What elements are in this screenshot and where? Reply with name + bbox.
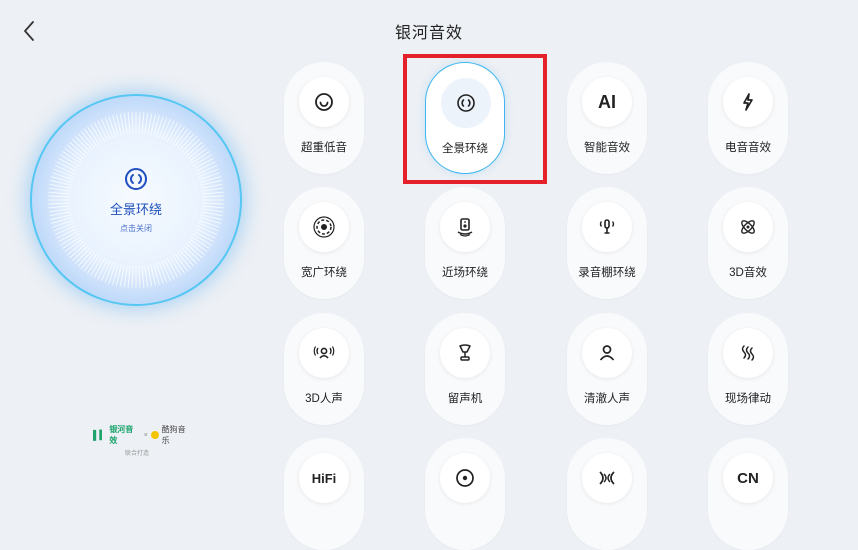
effect-label: 智能音效: [584, 142, 630, 154]
effect-tile-studio[interactable]: 录音棚环绕: [567, 187, 647, 299]
hifi-icon: HiFi: [311, 470, 337, 486]
dial-tick: [201, 195, 224, 198]
effect-tile-3d-voice[interactable]: 3D人声: [284, 313, 364, 425]
brand-kugou: 酷狗音乐: [161, 425, 186, 445]
dial-tick: [123, 112, 128, 135]
effect-tile-gramophone[interactable]: 留声机: [425, 313, 505, 425]
effect-label: 3D人声: [305, 393, 343, 405]
atom-icon: [741, 220, 755, 234]
speaker-icon: [457, 218, 473, 237]
dial-tick: [123, 265, 128, 288]
microphone-icon: [599, 219, 615, 234]
ai-icon: AI: [598, 91, 616, 112]
cn-icon: CN: [737, 469, 759, 487]
dial-tick: [201, 191, 224, 195]
person-icon: [599, 345, 615, 361]
effect-tile-vinyl[interactable]: [425, 438, 505, 550]
effect-label: 近场环绕: [442, 267, 488, 279]
dial-tick: [48, 191, 71, 195]
effect-label: 全景环绕: [442, 143, 488, 155]
dial-tick: [197, 168, 219, 178]
voice-3d-icon: [313, 346, 335, 359]
dial-tick: [127, 112, 131, 135]
dial-tick: [48, 195, 71, 198]
dial-tick: [48, 187, 71, 192]
effect-tile-surround[interactable]: 全景环绕: [425, 62, 505, 174]
dial-tick: [131, 265, 134, 288]
effect-tile-hifi[interactable]: HiFi: [284, 438, 364, 550]
effect-tile-electronic[interactable]: 电音音效: [708, 62, 788, 174]
brand-logo: ▌▍ 银河音效 × 酷狗音乐 联合打造: [93, 424, 193, 457]
effect-label: 3D音效: [729, 267, 767, 279]
effect-tile-dual[interactable]: [567, 438, 647, 550]
vinyl-icon: [456, 469, 474, 487]
dial-tick: [198, 172, 220, 181]
brand-galaxy: 银河音效: [109, 425, 134, 445]
close-effect-link[interactable]: 点击关闭: [30, 223, 242, 234]
dial-tick: [108, 116, 117, 138]
brand-separator: ×: [143, 431, 148, 439]
dial-tick: [155, 262, 164, 284]
dial-tick: [131, 112, 134, 135]
effect-tile-bass[interactable]: 超重低音: [284, 62, 364, 174]
current-effect-label: 全景环绕: [109, 202, 162, 217]
wide-surround-icon: [313, 216, 335, 238]
lightning-icon: [743, 93, 753, 111]
dial-tick: [104, 261, 114, 283]
bass-icon: [315, 93, 333, 111]
dial-tick: [104, 117, 114, 139]
dial-tick: [53, 168, 75, 178]
effect-label: 录音棚环绕: [578, 267, 636, 279]
effect-tile-cn[interactable]: CN: [708, 438, 788, 550]
dial-tick: [138, 265, 141, 288]
dial-tick: [127, 265, 131, 288]
dial-tick: [52, 172, 74, 181]
effect-tile-ai[interactable]: AI 智能音效: [567, 62, 647, 174]
effect-tile-wide[interactable]: 宽广环绕: [284, 187, 364, 299]
dolby-like-icon: [599, 471, 615, 485]
dial-tick: [141, 112, 145, 135]
effect-label: 清澈人声: [584, 393, 630, 405]
effect-tile-nearfield[interactable]: 近场环绕: [425, 187, 505, 299]
dial-tick: [144, 265, 149, 288]
wave-icon: [741, 345, 755, 361]
surround-ring-icon: [125, 168, 147, 190]
surround-ring-icon: [457, 94, 475, 112]
effect-label: 宽广环绕: [301, 267, 347, 279]
dial-tick: [108, 262, 117, 284]
current-effect-dial[interactable]: 全景环绕 点击关闭: [30, 94, 242, 306]
page-title: 银河音效: [394, 25, 463, 42]
dial-tick: [155, 116, 164, 138]
dial-tick: [144, 112, 149, 135]
brand-subtitle: 联合打造: [125, 451, 150, 457]
effect-tile-live[interactable]: 现场律动: [708, 313, 788, 425]
effect-label: 电音音效: [725, 142, 771, 154]
brand-bars-icon: ▌▍: [93, 429, 107, 440]
dial-tick: [138, 112, 141, 135]
dial-tick: [158, 261, 168, 283]
effect-label: 超重低音: [301, 142, 347, 154]
kugou-logo-icon: [150, 431, 159, 439]
gramophone-icon: [459, 344, 471, 361]
effect-label: 留声机: [447, 393, 483, 405]
dial-tick: [141, 265, 145, 288]
effect-label: 现场律动: [725, 393, 771, 405]
effect-tile-clear-voice[interactable]: 清澈人声: [567, 313, 647, 425]
effect-tile-3d[interactable]: 3D音效: [708, 187, 788, 299]
dial-tick: [158, 117, 168, 139]
top-bar: 银河音效: [0, 0, 858, 60]
dial-tick: [201, 187, 224, 192]
